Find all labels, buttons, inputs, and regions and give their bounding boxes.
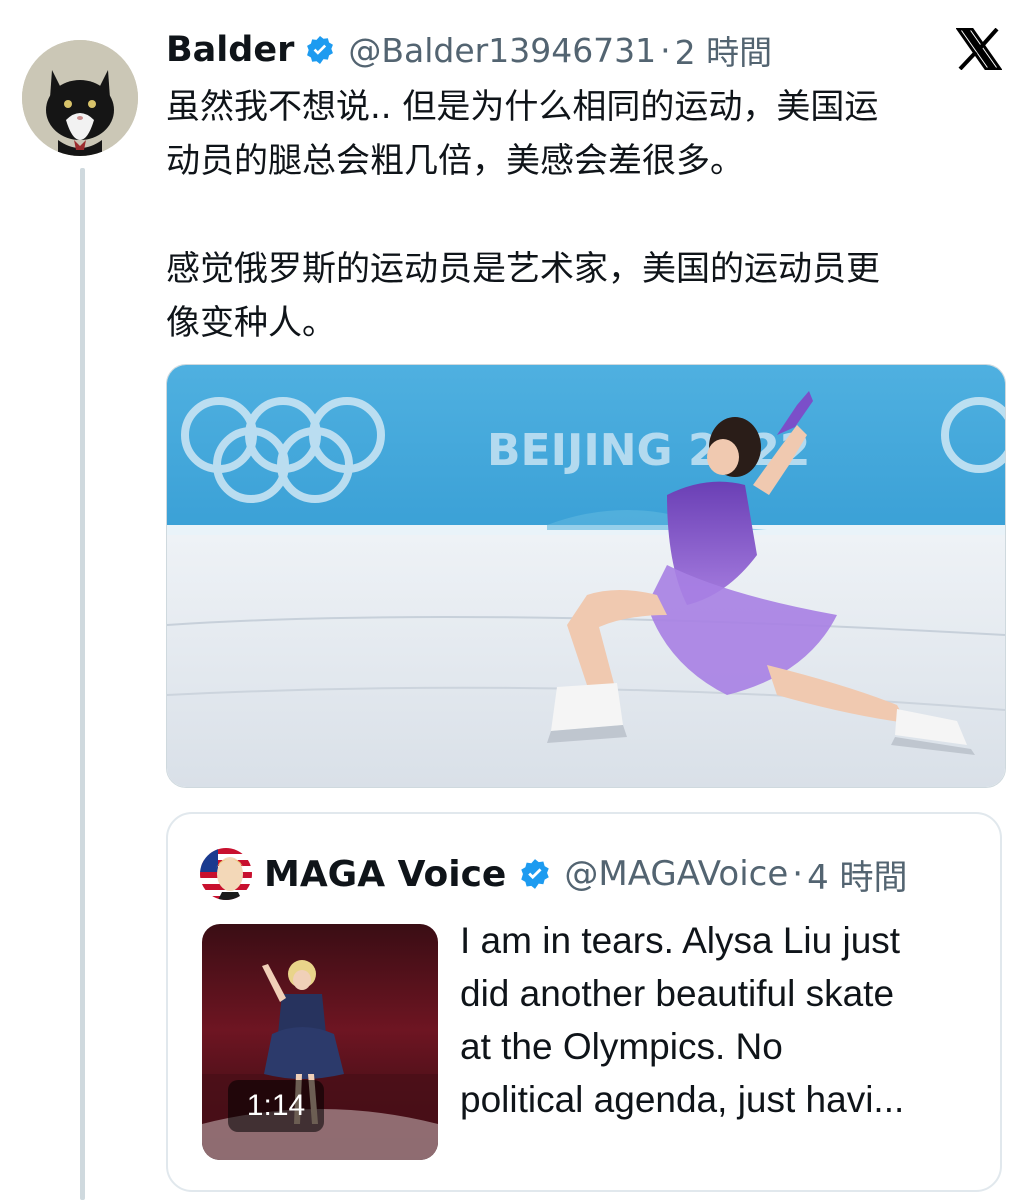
thread-connector-line (80, 168, 85, 1200)
separator-dot: · (660, 30, 671, 70)
author-name[interactable]: Balder (166, 30, 294, 70)
quoted-text-line: I am in tears. Alysa Liu just (460, 920, 901, 961)
cat-avatar-image (22, 40, 138, 156)
figure-skater-photo: BEIJING 2022 (167, 365, 1005, 787)
quoted-author-avatar[interactable] (200, 848, 252, 900)
video-duration-badge: 1:14 (228, 1080, 324, 1132)
tweet-header: Balder @Balder13946731 · 2 時間 (166, 26, 772, 74)
quoted-author-name[interactable]: MAGA Voice (264, 854, 506, 895)
quoted-tweet-text: I am in tears. Alysa Liu just did anothe… (460, 914, 980, 1126)
separator-dot: · (792, 854, 804, 894)
author-avatar[interactable] (22, 40, 138, 156)
tweet-text: 虽然我不想说.. 但是为什么相同的运动，美国运 动员的腿总会粗几倍，美感会差很多… (166, 80, 1006, 350)
quoted-text-line: at the Olympics. No (460, 1026, 783, 1067)
flag-portrait-avatar-image (200, 848, 252, 900)
tweet-timestamp[interactable]: 2 時間 (675, 26, 773, 74)
tweet-text-line: 像变种人。 (166, 303, 336, 343)
tweet-media-image[interactable]: BEIJING 2022 (166, 364, 1006, 788)
quoted-text-line: did another beautiful skate (460, 973, 895, 1014)
quoted-tweet-card[interactable]: MAGA Voice @MAGAVoice · 4 時間 1:14 I am i… (166, 812, 1002, 1192)
tweet-text-line: 虽然我不想说.. 但是为什么相同的运动，美国运 (166, 87, 879, 127)
verified-badge-icon (518, 857, 552, 891)
quoted-tweet-header: MAGA Voice @MAGAVoice · 4 時間 (264, 850, 908, 898)
verified-badge-icon (304, 34, 336, 66)
quoted-tweet-timestamp[interactable]: 4 時間 (807, 850, 907, 899)
tweet-text-line: 动员的腿总会粗几倍，美感会差很多。 (166, 141, 744, 181)
tweet-text-line: 感觉俄罗斯的运动员是艺术家，美国的运动员更 (166, 249, 880, 289)
quoted-video-thumbnail[interactable]: 1:14 (202, 924, 438, 1160)
quoted-text-line: political agenda, just havi... (460, 1079, 905, 1120)
media-watermark: BEIJING 2022 (487, 425, 810, 476)
quoted-author-handle[interactable]: @MAGAVoice (564, 854, 788, 894)
x-logo-icon[interactable] (955, 27, 1003, 71)
author-handle[interactable]: @Balder13946731 (348, 31, 656, 70)
